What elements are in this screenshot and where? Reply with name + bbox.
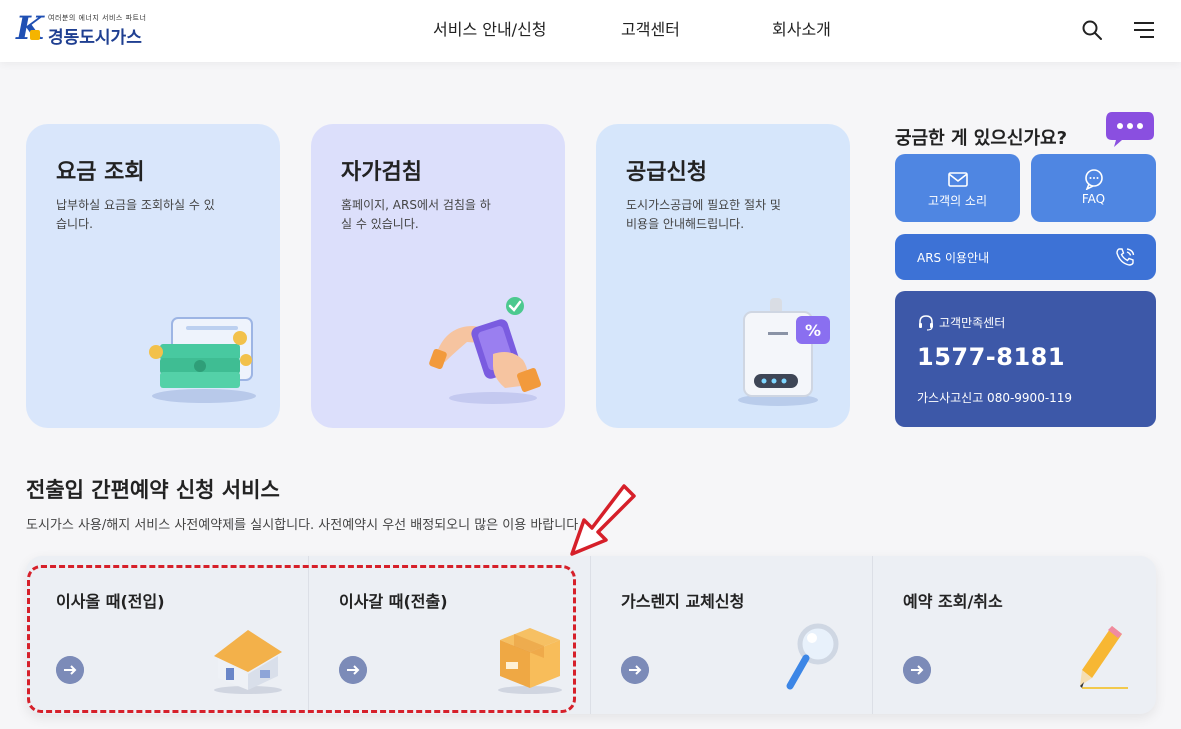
- card-bill-inquiry[interactable]: 요금 조회 납부하실 요금을 조회하실 수 있습니다.: [26, 124, 280, 428]
- arrow-right-icon: [56, 656, 84, 684]
- boiler-icon: %: [738, 298, 830, 406]
- side-title: 궁금한 게 있으신가요?: [895, 128, 1068, 149]
- card-desc: 홈페이지, ARS에서 검침을 하실 수 있습니다.: [341, 198, 491, 231]
- svg-text:%: %: [805, 321, 821, 340]
- phone-call-icon: [1116, 248, 1135, 266]
- headset-icon: [919, 315, 933, 331]
- chatbot-icon[interactable]: [1106, 108, 1154, 148]
- customer-voice-label: 고객의 소리: [927, 194, 987, 208]
- card-title: 공급신청: [626, 160, 707, 185]
- card-desc: 도시가스공급에 필요한 절차 및 비용을 안내해드립니다.: [626, 198, 781, 231]
- nav-item-service[interactable]: 서비스 안내/신청: [433, 16, 547, 40]
- service-label: 이사갈 때(전출): [339, 592, 448, 611]
- gas-accident-phone[interactable]: 가스사고신고 080-9900-119: [917, 389, 1072, 406]
- arrow-right-icon: [339, 656, 367, 684]
- card-title: 요금 조회: [56, 160, 145, 185]
- customer-center-panel: 고객만족센터 1577-8181 가스사고신고 080-9900-119: [895, 291, 1156, 427]
- card-desc: 납부하실 요금을 조회하실 수 있습니다.: [56, 198, 215, 231]
- mail-icon: [947, 172, 968, 187]
- ars-guide-button[interactable]: ARS 이용안내: [895, 234, 1156, 280]
- customer-voice-button[interactable]: 고객의 소리: [895, 154, 1020, 222]
- section-title: 전출입 간편예약 신청 서비스: [26, 478, 280, 502]
- box-icon: [498, 628, 562, 694]
- service-reservation-lookup[interactable]: 예약 조회/취소: [872, 556, 1154, 714]
- magnifier-icon: [786, 623, 839, 690]
- card-supply-request[interactable]: 공급신청 도시가스공급에 필요한 절차 및 비용을 안내해드립니다. %: [596, 124, 850, 428]
- logo[interactable]: K 여러분의 에너지 서비스 파트너 경동도시가스: [16, 9, 156, 48]
- service-list: 이사올 때(전입) 이사갈 때(전출) 가스렌지 교체신청 예약 조회/취소: [26, 556, 1156, 714]
- section-desc: 도시가스 사용/해지 서비스 사전예약제를 실시합니다. 사전예약시 우선 배정…: [26, 518, 583, 533]
- search-icon[interactable]: [1080, 18, 1104, 42]
- phone-hand-icon: [429, 297, 541, 404]
- logo-k-mark: K: [16, 9, 44, 47]
- service-label: 이사올 때(전입): [56, 592, 165, 611]
- menu-icon[interactable]: [1132, 18, 1156, 42]
- customer-center-phone[interactable]: 1577-8181: [917, 343, 1065, 371]
- logo-name: 경동도시가스: [48, 28, 142, 48]
- site-header: K 여러분의 에너지 서비스 파트너 경동도시가스 서비스 안내/신청 고객센터…: [0, 0, 1181, 62]
- service-move-in[interactable]: 이사올 때(전입): [26, 556, 308, 714]
- faq-label: FAQ: [1081, 192, 1106, 206]
- service-move-out[interactable]: 이사갈 때(전출): [308, 556, 590, 714]
- money-icon: [149, 317, 256, 403]
- arrow-right-icon: [621, 656, 649, 684]
- service-label: 예약 조회/취소: [903, 592, 1003, 611]
- speech-bubble-icon: [1084, 169, 1103, 190]
- pencil-icon: [1080, 626, 1128, 689]
- logo-dot: [30, 30, 40, 40]
- house-icon: [214, 630, 282, 694]
- arrow-right-icon: [903, 656, 931, 684]
- customer-center-title: 고객만족센터: [939, 316, 1006, 330]
- card-self-reading[interactable]: 자가검침 홈페이지, ARS에서 검침을 하실 수 있습니다.: [311, 124, 565, 428]
- card-title: 자가검침: [341, 160, 422, 185]
- logo-tagline: 여러분의 에너지 서비스 파트너: [48, 14, 147, 22]
- service-label: 가스렌지 교체신청: [621, 592, 745, 611]
- service-gas-range-replacement[interactable]: 가스렌지 교체신청: [590, 556, 872, 714]
- ars-guide-label: ARS 이용안내: [917, 251, 990, 265]
- nav-item-customer-center[interactable]: 고객센터: [621, 16, 680, 40]
- faq-button[interactable]: FAQ: [1031, 154, 1156, 222]
- nav-item-company[interactable]: 회사소개: [772, 16, 831, 40]
